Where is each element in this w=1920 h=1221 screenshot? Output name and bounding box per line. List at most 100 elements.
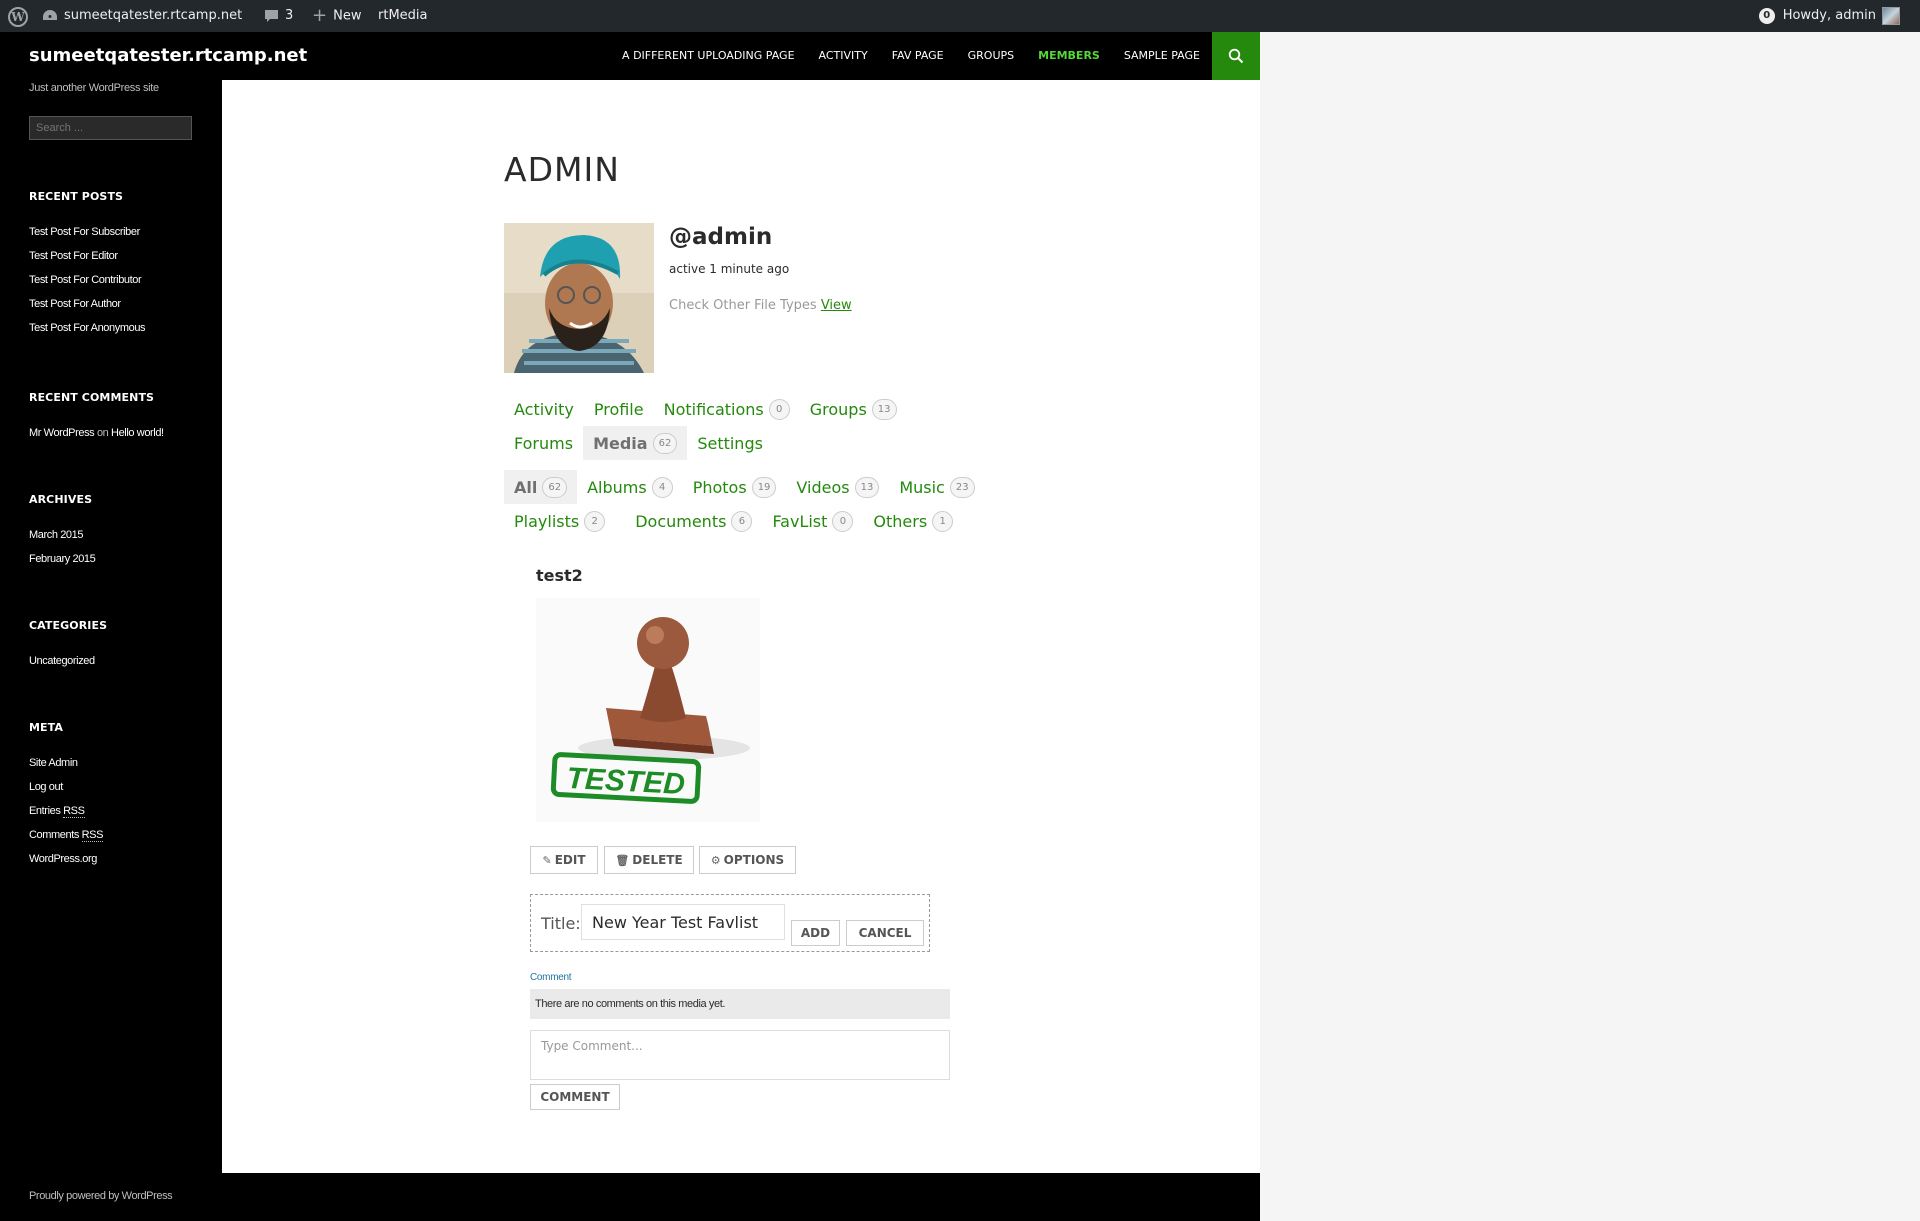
media-count-badge: 62: [652, 432, 678, 454]
nav-members[interactable]: MEMBERS: [1026, 32, 1112, 80]
delete-button[interactable]: 🗑 DELETE: [604, 846, 694, 874]
comment-textarea[interactable]: Type Comment...: [530, 1030, 950, 1080]
subtab-documents[interactable]: Documents 6: [615, 504, 753, 538]
recent-posts-widget: RECENT POSTS Test Post For Subscriber Te…: [29, 190, 209, 340]
tab-notifications-label: Notifications: [663, 399, 764, 419]
favlist-create-form: Title: ADD CANCEL: [530, 894, 930, 952]
notification-count-badge[interactable]: 0: [1758, 7, 1775, 24]
comment-bubble-icon: [265, 9, 278, 22]
admin-bar-site[interactable]: sumeetqatester.rtcamp.net: [42, 0, 242, 32]
wordpress-logo-icon[interactable]: W: [8, 7, 28, 27]
options-button[interactable]: ⚙ OPTIONS: [699, 846, 796, 874]
footer-credit-link[interactable]: Proudly powered by WordPress: [29, 1190, 173, 1202]
add-favlist-button[interactable]: ADD: [791, 920, 840, 946]
search-icon: [1228, 48, 1244, 64]
admin-bar: W sumeetqatester.rtcamp.net 3 + New rtMed…: [0, 0, 1920, 32]
primary-navigation: A DIFFERENT UPLOADING PAGE ACTIVITY FAV …: [610, 32, 1212, 80]
recent-post-link[interactable]: Test Post For Contributor: [29, 268, 209, 292]
cancel-favlist-button[interactable]: CANCEL: [846, 920, 924, 946]
subtab-others[interactable]: Others 1: [853, 504, 954, 538]
file-types-note: Check Other File Types View: [669, 298, 852, 313]
documents-count-badge: 6: [731, 510, 753, 532]
tab-profile[interactable]: Profile: [584, 392, 654, 426]
nav-sample-page[interactable]: SAMPLE PAGE: [1112, 32, 1212, 80]
dashboard-icon: [43, 9, 57, 20]
subtab-all[interactable]: All 62: [504, 470, 578, 504]
user-handle: @admin: [669, 224, 773, 250]
wordpress-org-link[interactable]: WordPress.org: [29, 847, 209, 871]
comment-submit-button[interactable]: COMMENT: [530, 1084, 620, 1110]
tab-media[interactable]: Media 62: [583, 426, 688, 460]
archive-link[interactable]: March 2015: [29, 523, 209, 547]
subtab-others-label: Others: [873, 511, 928, 531]
member-nav-row-1: Activity Profile Notifications 0 Groups 13: [504, 392, 907, 426]
subtab-all-label: All: [514, 477, 538, 497]
entries-rss-link[interactable]: Entries RSS: [29, 799, 209, 823]
subtab-playlists[interactable]: Playlists 2: [504, 504, 615, 538]
recent-comments-widget: RECENT COMMENTS Mr WordPress on Hello wo…: [29, 391, 209, 445]
categories-title: CATEGORIES: [29, 619, 108, 632]
tab-forums[interactable]: Forums: [504, 426, 583, 460]
albums-count-badge: 4: [651, 476, 673, 498]
nav-activity[interactable]: ACTIVITY: [807, 32, 880, 80]
nav-fav-page[interactable]: FAV PAGE: [880, 32, 956, 80]
admin-bar-new[interactable]: + New: [312, 0, 361, 32]
admin-bar-account[interactable]: 0 Howdy, admin: [1758, 0, 1900, 32]
music-count-badge: 23: [949, 476, 975, 498]
gear-icon: ⚙: [710, 853, 721, 867]
archive-link[interactable]: February 2015: [29, 547, 209, 571]
sidebar-search-input[interactable]: [29, 116, 192, 140]
admin-bar-comments[interactable]: 3: [264, 0, 293, 32]
tab-groups-label: Groups: [809, 399, 867, 419]
subtab-favlist-label: FavList: [772, 511, 828, 531]
admin-avatar: [1882, 6, 1900, 25]
recent-post-link[interactable]: Test Post For Anonymous: [29, 316, 209, 340]
profile-avatar[interactable]: [504, 223, 654, 373]
tab-notifications[interactable]: Notifications 0: [654, 392, 800, 426]
subtab-photos-label: Photos: [692, 477, 747, 497]
admin-bar-rtmedia[interactable]: rtMedia: [378, 0, 428, 32]
nav-groups[interactable]: GROUPS: [956, 32, 1027, 80]
edit-button[interactable]: ✎ EDIT: [530, 846, 598, 874]
nav-a-different-uploading-page[interactable]: A DIFFERENT UPLOADING PAGE: [610, 32, 807, 80]
search-toggle-button[interactable]: [1212, 32, 1260, 80]
delete-button-label: DELETE: [632, 853, 683, 867]
favlist-count-badge: 0: [832, 510, 854, 532]
recent-post-link[interactable]: Test Post For Subscriber: [29, 220, 209, 244]
rss-abbr: RSS: [81, 829, 104, 842]
comments-rss-link[interactable]: Comments RSS: [29, 823, 209, 847]
site-title[interactable]: sumeetqatester.rtcamp.net: [29, 32, 307, 80]
comment-author-link[interactable]: Mr WordPress: [29, 427, 95, 439]
admin-bar-new-label: New: [333, 8, 362, 24]
subtab-photos[interactable]: Photos 19: [673, 470, 777, 504]
subtab-favlist[interactable]: FavList 0: [752, 504, 854, 538]
site-description: Just another WordPress site: [29, 82, 159, 94]
member-nav-row-2: Forums Media 62 Settings: [504, 426, 773, 460]
logout-link[interactable]: Log out: [29, 775, 209, 799]
category-link[interactable]: Uncategorized: [29, 649, 209, 673]
favlist-title-input[interactable]: [581, 904, 785, 940]
comment-post-link[interactable]: Hello world!: [111, 427, 164, 439]
comments-rss-label: Comments: [29, 829, 79, 841]
edit-icon: ✎: [542, 853, 552, 867]
recent-post-link[interactable]: Test Post For Author: [29, 292, 209, 316]
all-count-badge: 62: [542, 476, 568, 498]
no-comments-message: There are no comments on this media yet.: [530, 989, 950, 1019]
archives-title: ARCHIVES: [29, 493, 93, 506]
meta-title: META: [29, 721, 64, 734]
comment-toggle-link[interactable]: Comment: [530, 972, 572, 983]
recent-post-link[interactable]: Test Post For Editor: [29, 244, 209, 268]
tab-groups[interactable]: Groups 13: [800, 392, 907, 426]
plus-icon: +: [312, 5, 328, 26]
recent-comments-title: RECENT COMMENTS: [29, 391, 155, 404]
tab-media-label: Media: [593, 433, 648, 453]
file-types-view-link[interactable]: View: [821, 298, 852, 313]
site-admin-link[interactable]: Site Admin: [29, 751, 209, 775]
tab-settings[interactable]: Settings: [687, 426, 773, 460]
comment-on-text: on: [96, 427, 109, 439]
tab-activity[interactable]: Activity: [504, 392, 584, 426]
subtab-albums[interactable]: Albums 4: [577, 470, 673, 504]
subtab-videos[interactable]: Videos 13: [776, 470, 880, 504]
media-image[interactable]: TESTED: [536, 598, 760, 822]
subtab-music[interactable]: Music 23: [879, 470, 975, 504]
